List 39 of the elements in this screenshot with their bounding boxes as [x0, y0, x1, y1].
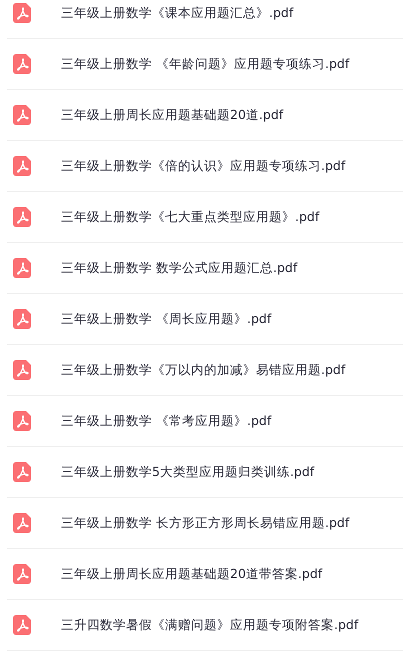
file-row[interactable]: 三年级上册数学 长方形正方形周长易错应用题.pdf	[7, 498, 403, 549]
file-name: 三年级上册数学《课本应用题汇总》.pdf	[61, 4, 294, 22]
file-row[interactable]: 三年级上册数学《万以内的加减》易错应用题.pdf	[7, 345, 403, 396]
pdf-file-icon	[13, 3, 33, 23]
file-name: 三年级上册数学 长方形正方形周长易错应用题.pdf	[61, 514, 350, 532]
pdf-file-icon	[13, 462, 33, 482]
file-name: 三年级上册数学《七大重点类型应用题》.pdf	[61, 208, 320, 226]
file-row[interactable]: 三年级上册数学 《周长应用题》.pdf	[7, 294, 403, 345]
file-row[interactable]: 三年级上册数学 《年龄问题》应用题专项练习.pdf	[7, 39, 403, 90]
pdf-file-icon	[13, 105, 33, 125]
pdf-file-icon	[13, 615, 33, 635]
pdf-file-icon	[13, 258, 33, 278]
file-row[interactable]: 三年级上册数学5大类型应用题归类训练.pdf	[7, 447, 403, 498]
file-row[interactable]: 三年级上册数学《课本应用题汇总》.pdf	[7, 0, 403, 39]
pdf-file-icon	[13, 156, 33, 176]
pdf-file-icon	[13, 411, 33, 431]
file-row[interactable]: 三年级上册周长应用题基础题20道.pdf	[7, 90, 403, 141]
file-name: 三年级上册数学《倍的认识》应用题专项练习.pdf	[61, 158, 346, 174]
pdf-file-icon	[13, 54, 33, 74]
file-name: 三年级上册数学 《周长应用题》.pdf	[61, 310, 272, 328]
file-row[interactable]: 三年级上册数学《倍的认识》应用题专项练习.pdf	[7, 141, 403, 192]
file-row[interactable]: 三年级上册数学 数学公式应用题汇总.pdf	[7, 243, 403, 294]
file-name: 三年级上册数学 《常考应用题》.pdf	[61, 412, 272, 430]
file-name: 三年级上册数学5大类型应用题归类训练.pdf	[61, 464, 314, 480]
file-name: 三年级上册数学《万以内的加减》易错应用题.pdf	[61, 362, 346, 378]
file-name: 三年级上册周长应用题基础题20道.pdf	[61, 106, 284, 124]
file-name: 三年级上册数学 《年龄问题》应用题专项练习.pdf	[61, 56, 350, 72]
file-row[interactable]: 三年级上册周长应用题基础题20道带答案.pdf	[7, 549, 403, 600]
pdf-file-icon	[13, 360, 33, 380]
pdf-file-icon	[13, 207, 33, 227]
file-row[interactable]: 三年级上册数学 《常考应用题》.pdf	[7, 396, 403, 447]
pdf-file-icon	[13, 513, 33, 533]
file-row[interactable]: 三升四数学暑假《满赠问题》应用题专项附答案.pdf	[7, 600, 403, 651]
pdf-file-icon	[13, 309, 33, 329]
file-name: 三年级上册数学 数学公式应用题汇总.pdf	[61, 260, 298, 276]
file-row[interactable]: 三年级上册数学《七大重点类型应用题》.pdf	[7, 192, 403, 243]
file-name: 三年级上册周长应用题基础题20道带答案.pdf	[61, 566, 322, 582]
file-name: 三升四数学暑假《满赠问题》应用题专项附答案.pdf	[61, 616, 358, 634]
pdf-file-icon	[13, 564, 33, 584]
